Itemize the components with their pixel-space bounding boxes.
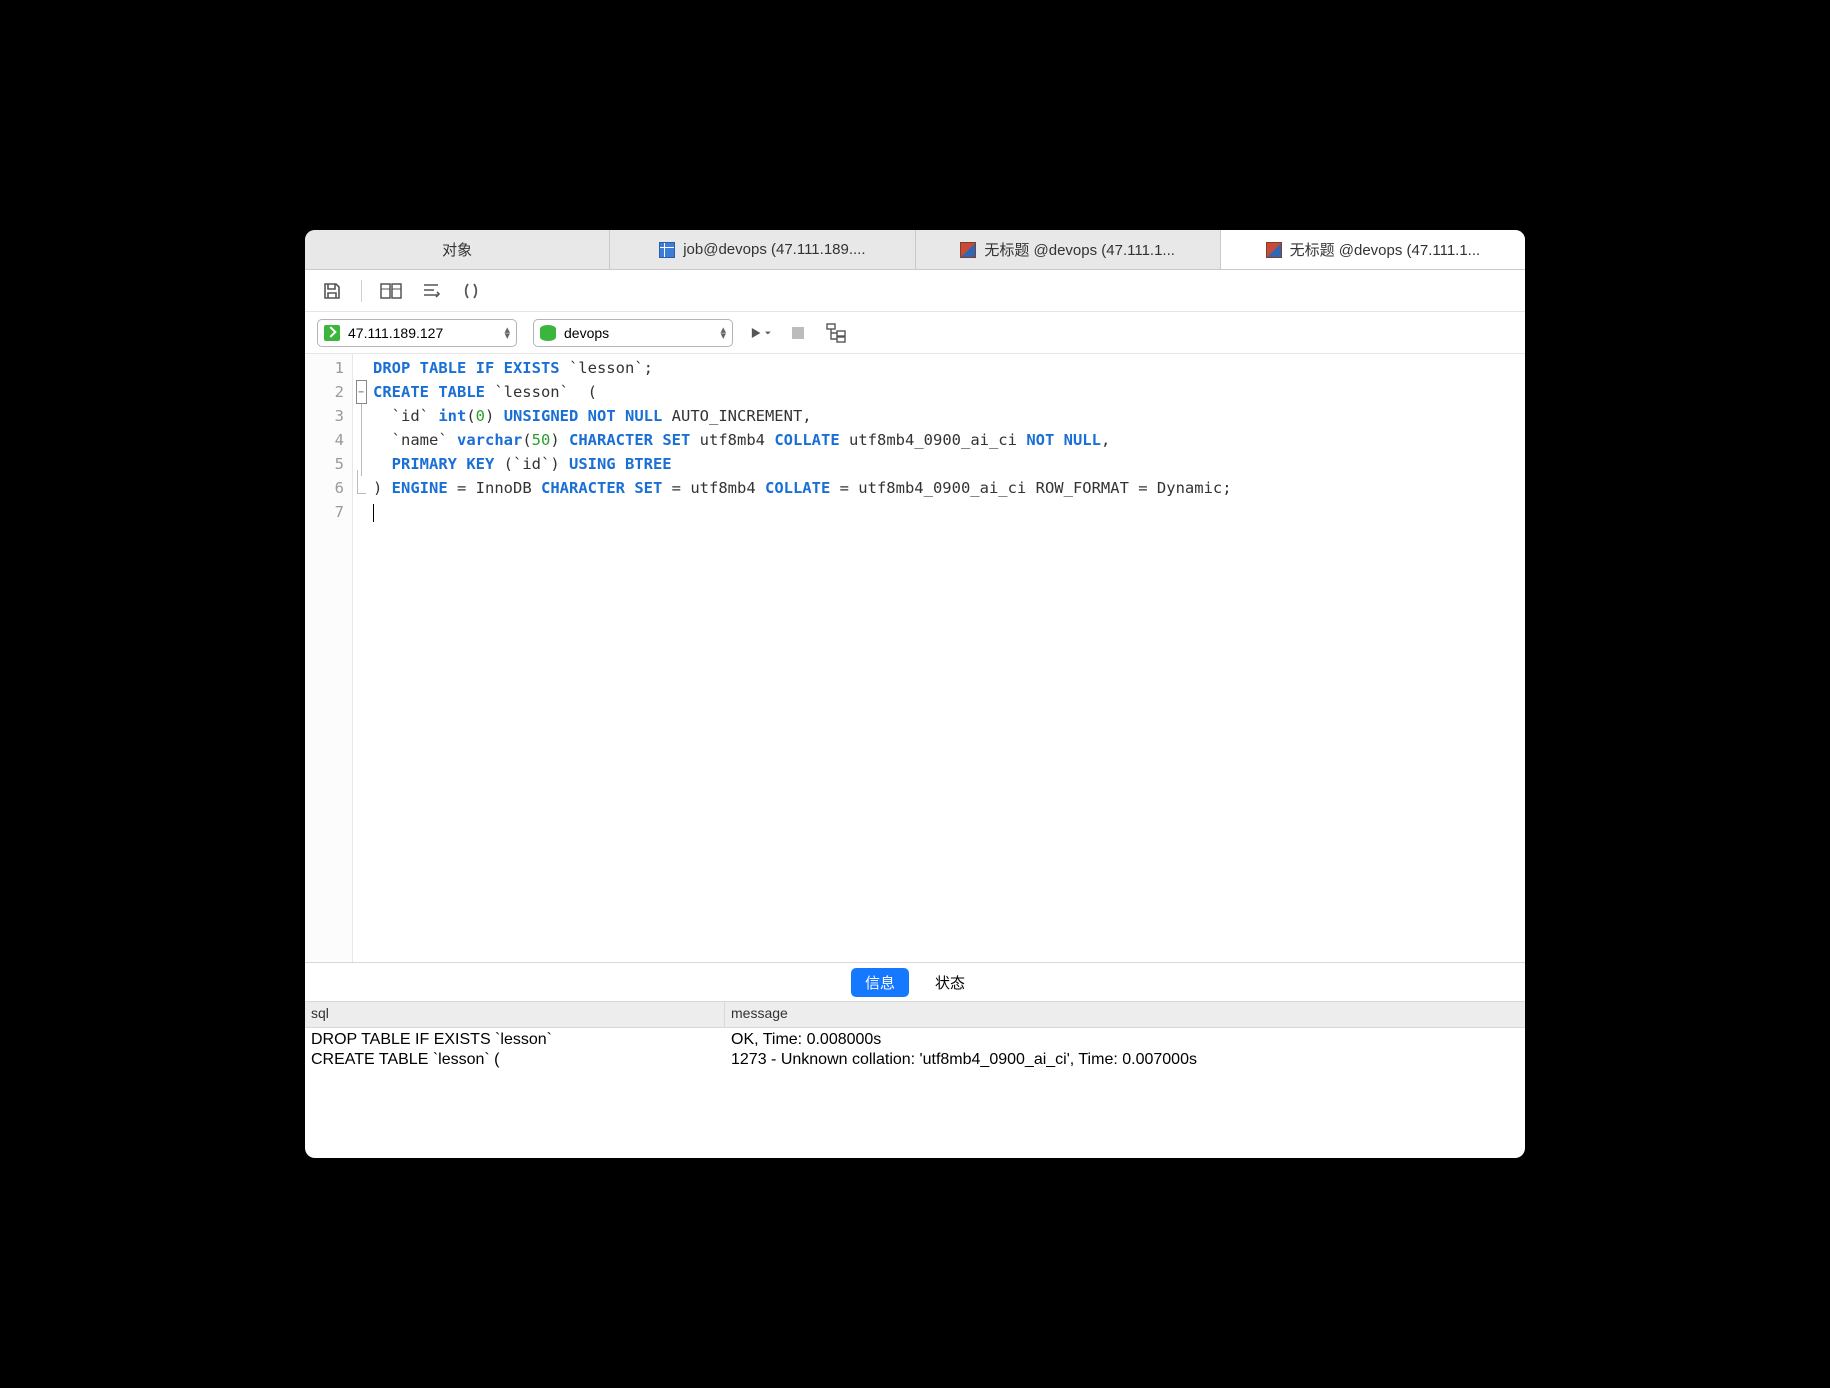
format-icon[interactable] [420, 280, 442, 302]
tab-job[interactable]: job@devops (47.111.189.... [610, 230, 915, 269]
tab-query-2[interactable]: 无标题 @devops (47.111.1... [1221, 230, 1525, 269]
connection-bar: 47.111.189.127 ▴▾ devops ▴▾ [305, 312, 1525, 354]
sql-editor[interactable]: 1234567 − DROP TABLE IF EXISTS `lesson`;… [305, 354, 1525, 962]
result-row[interactable]: DROP TABLE IF EXISTS `lesson`OK, Time: 0… [305, 1030, 1525, 1050]
column-header-sql[interactable]: sql [305, 1002, 725, 1027]
run-icon[interactable] [749, 322, 771, 344]
tab-label: job@devops (47.111.189.... [683, 241, 865, 258]
database-icon [540, 325, 556, 341]
save-icon[interactable] [321, 280, 343, 302]
chevron-updown-icon: ▴▾ [504, 327, 510, 339]
code-area[interactable]: DROP TABLE IF EXISTS `lesson`;CREATE TAB… [369, 354, 1525, 962]
result-tab-bar: 信息 状态 [305, 962, 1525, 1002]
query-icon [960, 242, 976, 258]
parentheses-icon[interactable] [460, 280, 482, 302]
toolbar [305, 270, 1525, 312]
column-header-message[interactable]: message [725, 1002, 1525, 1027]
connection-select[interactable]: 47.111.189.127 ▴▾ [317, 319, 517, 347]
result-tab-status[interactable]: 状态 [921, 968, 979, 997]
chevron-updown-icon: ▴▾ [720, 327, 726, 339]
database-select[interactable]: devops ▴▾ [533, 319, 733, 347]
tab-bar: 对象 job@devops (47.111.189.... 无标题 @devop… [305, 230, 1525, 270]
app-window: 对象 job@devops (47.111.189.... 无标题 @devop… [305, 230, 1525, 1158]
tab-label: 无标题 @devops (47.111.1... [1290, 239, 1481, 260]
tab-objects[interactable]: 对象 [305, 230, 610, 269]
tab-label: 无标题 @devops (47.111.1... [984, 239, 1175, 260]
result-message: OK, Time: 0.008000s [725, 1030, 1525, 1050]
database-name: devops [564, 325, 609, 341]
result-row[interactable]: CREATE TABLE `lesson` (1273 - Unknown co… [305, 1050, 1525, 1070]
table-icon [659, 242, 675, 258]
connection-host: 47.111.189.127 [348, 325, 443, 341]
separator [361, 280, 362, 302]
query-icon [1266, 242, 1282, 258]
results-body: DROP TABLE IF EXISTS `lesson`OK, Time: 0… [305, 1028, 1525, 1158]
result-sql: DROP TABLE IF EXISTS `lesson` [305, 1030, 725, 1050]
tab-query-1[interactable]: 无标题 @devops (47.111.1... [916, 230, 1221, 269]
stop-icon[interactable] [787, 322, 809, 344]
line-gutter: 1234567 [305, 354, 353, 962]
fold-column: − [353, 354, 369, 962]
result-message: 1273 - Unknown collation: 'utf8mb4_0900_… [725, 1050, 1525, 1070]
explain-plan-icon[interactable] [825, 322, 847, 344]
tables-icon[interactable] [380, 280, 402, 302]
tab-label: 对象 [442, 239, 472, 260]
result-tab-info[interactable]: 信息 [851, 968, 909, 997]
results-header: sql message [305, 1002, 1525, 1028]
result-sql: CREATE TABLE `lesson` ( [305, 1050, 725, 1070]
connection-icon [324, 325, 340, 341]
